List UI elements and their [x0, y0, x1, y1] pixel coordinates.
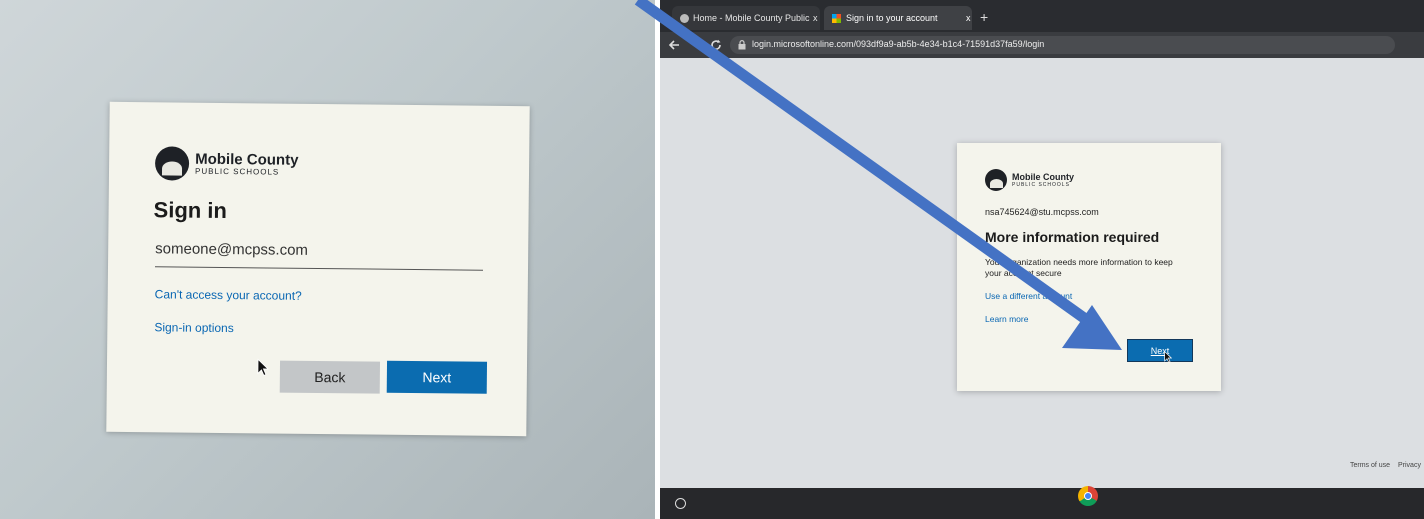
logo-name: Mobile County — [1012, 171, 1074, 182]
tab-home[interactable]: Home - Mobile County Public Sc x — [672, 6, 820, 30]
tab-close-icon[interactable]: x — [813, 13, 818, 23]
info-message: Your organization needs more information… — [985, 257, 1173, 278]
email-field[interactable]: someone@mcpss.com — [155, 240, 484, 271]
logo-name: Mobile County — [195, 150, 299, 169]
signin-options-link[interactable]: Sign-in options — [154, 320, 234, 335]
launcher-icon[interactable] — [675, 498, 686, 509]
next-button[interactable]: Next — [1127, 339, 1193, 362]
tab-label: Sign in to your account — [846, 13, 938, 23]
site-favicon-icon — [680, 13, 689, 23]
privacy-link[interactable]: Privacy — [1398, 462, 1421, 469]
logo-subname: PUBLIC SCHOOLS — [194, 166, 280, 177]
next-button[interactable]: Next — [386, 360, 488, 394]
cant-access-account-link[interactable]: Can't access your account? — [155, 287, 302, 303]
new-tab-button[interactable]: + — [980, 9, 988, 25]
os-shelf — [660, 486, 1424, 519]
use-different-account-link[interactable]: Use a different account — [985, 291, 1072, 301]
mouse-cursor-icon — [257, 358, 269, 376]
capitol-dome-icon — [154, 146, 190, 181]
account-email: nsa745624@stu.mcpss.com — [985, 207, 1099, 217]
back-arrow-icon[interactable] — [668, 39, 680, 51]
tab-strip: Home - Mobile County Public Sc x Sign in… — [660, 0, 1424, 32]
address-bar[interactable]: login.microsoftonline.com/093df9a9-ab5b-… — [730, 36, 1395, 54]
more-info-card: Mobile County PUBLIC SCHOOLS nsa745624@s… — [957, 143, 1221, 391]
tab-signin[interactable]: Sign in to your account x — [824, 6, 972, 30]
logo-subname: PUBLIC SCHOOLS — [1012, 181, 1070, 188]
capitol-dome-icon — [985, 169, 1007, 191]
school-logo: Mobile County PUBLIC SCHOOLS — [154, 146, 299, 181]
left-screen-photo: Mobile County PUBLIC SCHOOLS Sign in som… — [0, 0, 655, 519]
page-title: More information required — [985, 229, 1160, 245]
page-title: Sign in — [153, 197, 228, 224]
school-logo: Mobile County PUBLIC SCHOOLS — [985, 169, 1074, 191]
learn-more-link[interactable]: Learn more — [985, 314, 1028, 324]
right-screen-photo: Home - Mobile County Public Sc x Sign in… — [660, 0, 1424, 519]
lock-icon — [738, 40, 746, 50]
mouse-cursor-icon — [1164, 351, 1172, 363]
chrome-icon[interactable] — [1078, 486, 1098, 506]
toolbar: login.microsoftonline.com/093df9a9-ab5b-… — [660, 32, 1424, 58]
back-button[interactable]: Back — [279, 360, 381, 394]
tab-close-icon[interactable]: x — [966, 13, 971, 23]
url-text: login.microsoftonline.com/093df9a9-ab5b-… — [752, 39, 1045, 49]
reload-icon[interactable] — [710, 39, 722, 51]
terms-of-use-link[interactable]: Terms of use — [1350, 462, 1390, 469]
tab-label: Home - Mobile County Public Sc — [693, 13, 811, 23]
microsoft-favicon-icon — [832, 13, 841, 23]
signin-card: Mobile County PUBLIC SCHOOLS Sign in som… — [106, 101, 530, 437]
